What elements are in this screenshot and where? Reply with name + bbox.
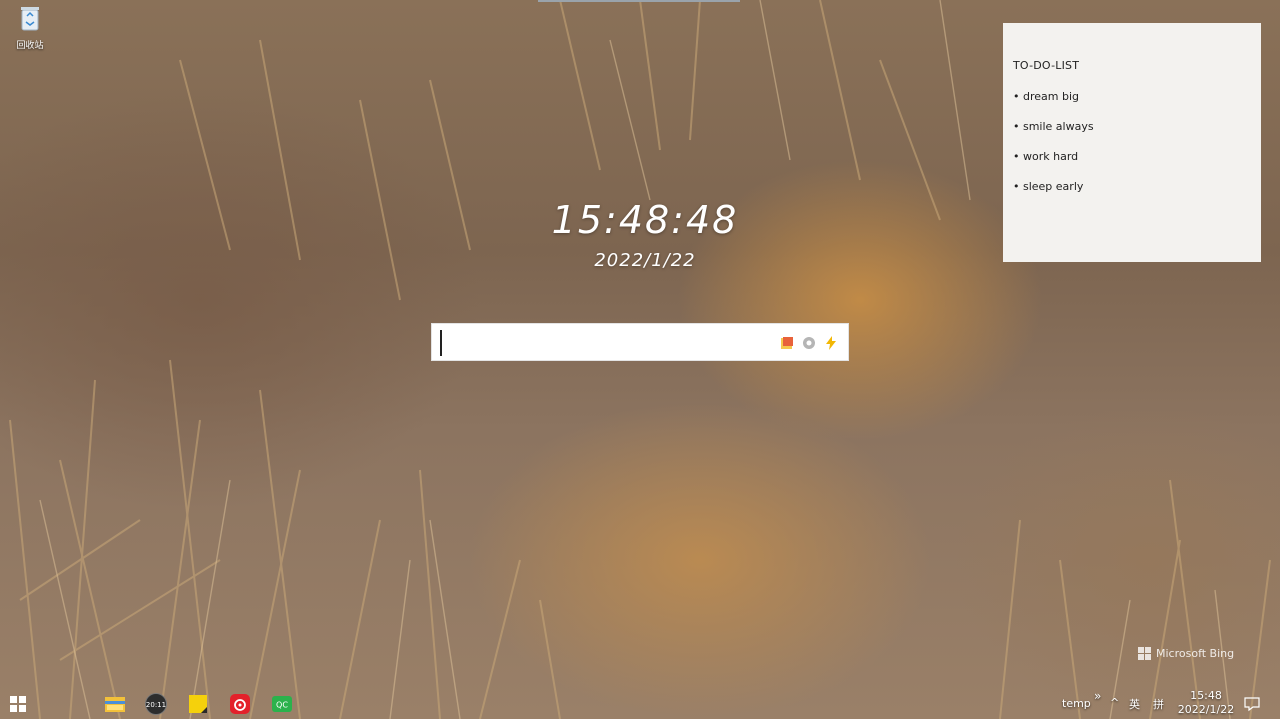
tray-chevron-icon[interactable]: ^	[1110, 696, 1119, 709]
taskbar-clock[interactable]: 15:48 2022/1/22	[1176, 689, 1236, 717]
taskbar-date: 2022/1/22	[1177, 703, 1235, 716]
qc-app-icon[interactable]: QC	[271, 693, 293, 715]
todo-title: TO-DO-LIST	[1013, 59, 1080, 72]
note-icon[interactable]	[780, 336, 794, 350]
ime-mode-indicator[interactable]: 拼	[1153, 696, 1164, 712]
bing-watermark: Microsoft Bing	[1138, 647, 1234, 660]
taskbar-time: 15:48	[1190, 689, 1222, 702]
clock-time: 15:48:48	[551, 198, 739, 242]
todo-item: • sleep early	[1013, 180, 1084, 193]
todo-item: • dream big	[1013, 90, 1079, 103]
clock-app-label: 20:11	[146, 701, 166, 709]
windows-logo-icon	[1138, 647, 1151, 660]
bing-credit: Microsoft Bing	[1156, 647, 1235, 660]
clock-app-icon[interactable]: 20:11	[145, 693, 167, 715]
file-explorer-icon[interactable]	[104, 693, 126, 715]
temp-toolbar-label[interactable]: temp	[1062, 697, 1091, 710]
recycle-bin[interactable]: 回收站	[12, 4, 48, 51]
search-tools	[780, 334, 838, 352]
netease-music-icon[interactable]	[229, 693, 251, 715]
todo-item: • work hard	[1013, 150, 1079, 163]
recycle-bin-icon	[21, 7, 39, 31]
clock-widget: 15:48:48 2022/1/22	[540, 196, 750, 271]
todo-item: • smile always	[1013, 120, 1094, 133]
ime-language-indicator[interactable]: 英	[1129, 696, 1140, 712]
qc-app-label: QC	[276, 701, 288, 710]
desktop: 回收站 15:48:48 2022/1/22 TO-DO-LIST • drea…	[0, 0, 1280, 719]
notification-center-icon[interactable]	[1244, 696, 1260, 712]
toolbar-overflow-icon[interactable]: »	[1094, 689, 1101, 703]
top-edge-bar	[538, 0, 740, 2]
sticky-notes-icon[interactable]	[187, 693, 209, 715]
taskbar: 20:11 QC temp » ^ 英 拼 15:48 2022/1/22	[0, 689, 1280, 719]
recycle-bin-label: 回收站	[16, 41, 44, 51]
search-input[interactable]	[440, 330, 760, 356]
clock-date: 2022/1/22	[594, 250, 696, 271]
settings-icon[interactable]	[802, 336, 816, 350]
todo-note[interactable]: TO-DO-LIST • dream big • smile always • …	[1003, 23, 1261, 262]
start-button-icon[interactable]	[10, 696, 26, 712]
lightning-icon[interactable]	[824, 336, 838, 350]
search-box[interactable]	[431, 323, 849, 361]
